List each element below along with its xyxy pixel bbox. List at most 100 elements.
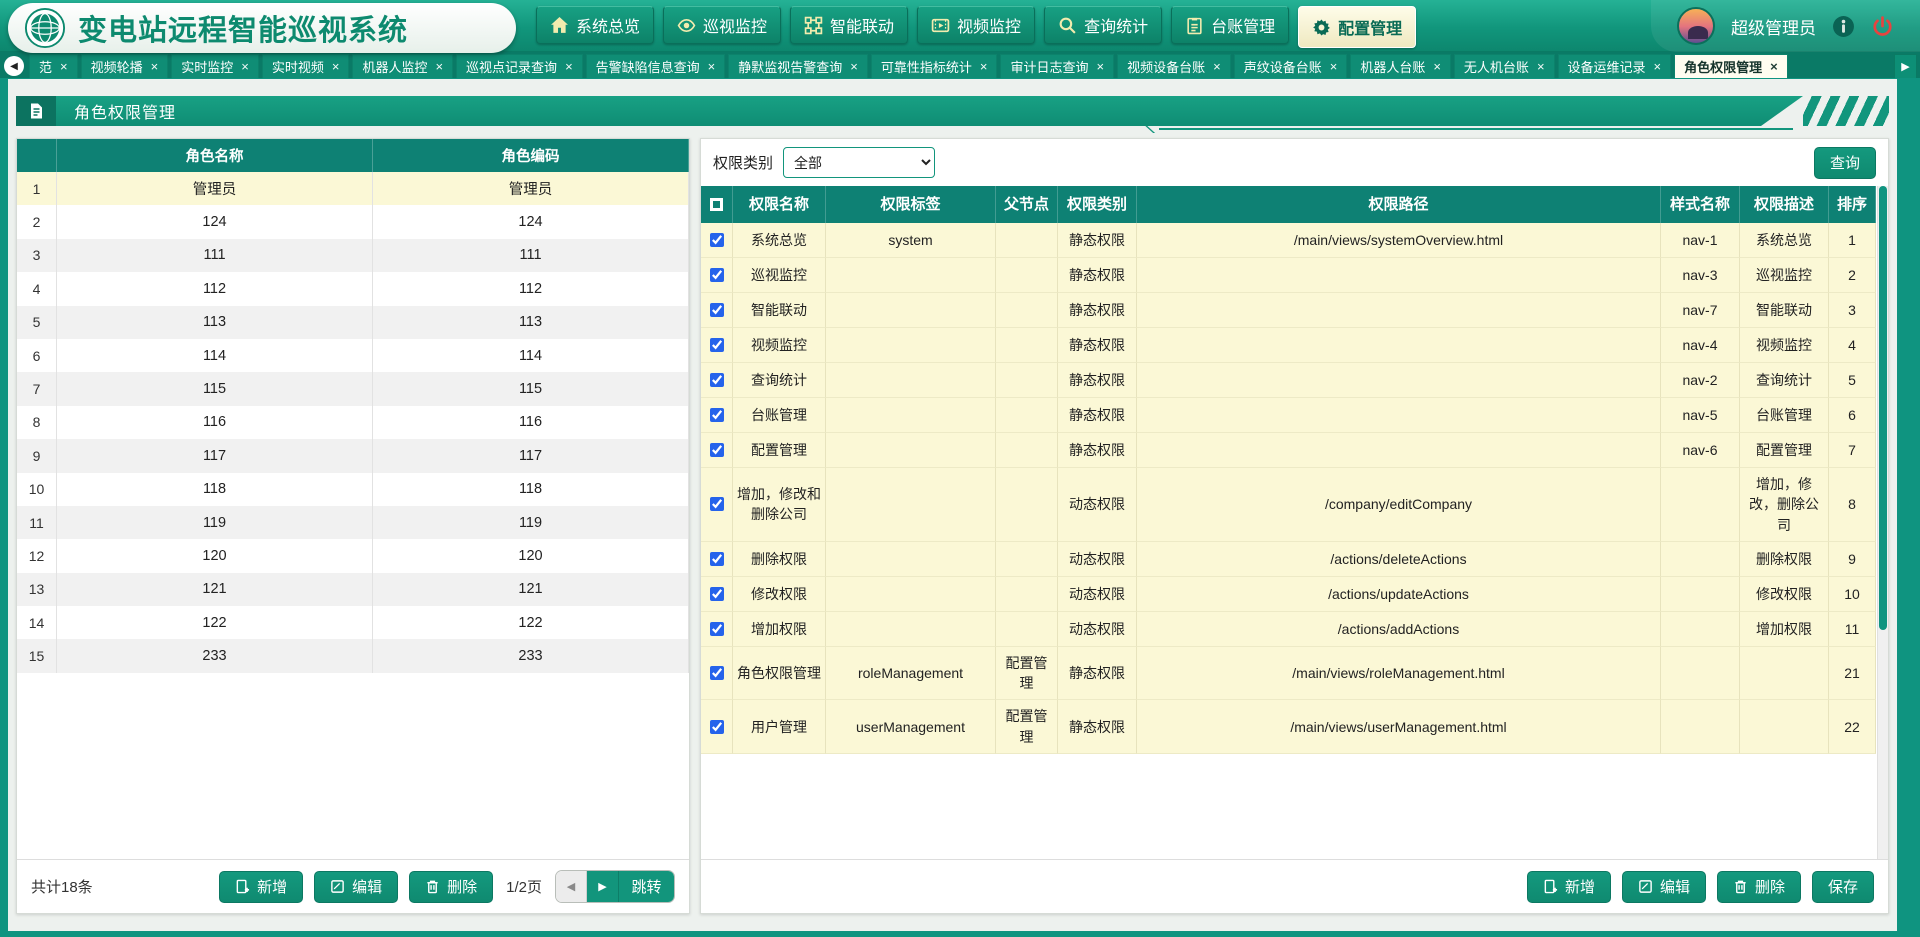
row-checkbox[interactable] bbox=[710, 443, 724, 457]
role-row-1[interactable]: 1管理员管理员 bbox=[17, 172, 689, 205]
permission-row-0[interactable]: 系统总览system静态权限/main/views/systemOverview… bbox=[701, 223, 1876, 258]
permission-type-select[interactable]: 全部 bbox=[783, 147, 935, 178]
role-row-7[interactable]: 7115115 bbox=[17, 372, 689, 405]
role-row-5[interactable]: 5113113 bbox=[17, 306, 689, 339]
tab-3[interactable]: 实时视频× bbox=[262, 54, 350, 78]
prev-page-button[interactable]: ◀ bbox=[556, 871, 587, 902]
select-all-checkbox-icon[interactable] bbox=[710, 198, 723, 211]
role-add-button[interactable]: 新增 bbox=[219, 871, 303, 903]
close-icon[interactable]: × bbox=[1213, 60, 1221, 73]
nav-item-eye[interactable]: 巡视监控 bbox=[663, 6, 781, 44]
permission-row-1[interactable]: 巡视监控静态权限nav-3巡视监控2 bbox=[701, 258, 1876, 293]
row-checkbox[interactable] bbox=[710, 622, 724, 636]
row-checkbox[interactable] bbox=[710, 497, 724, 511]
close-icon[interactable]: × bbox=[1097, 60, 1105, 73]
close-icon[interactable]: × bbox=[1537, 60, 1545, 73]
role-row-3[interactable]: 3111111 bbox=[17, 239, 689, 272]
nav-item-smart-link[interactable]: 智能联动 bbox=[790, 6, 908, 44]
permission-row-3[interactable]: 视频监控静态权限nav-4视频监控4 bbox=[701, 328, 1876, 363]
tab-13[interactable]: 无人机台账× bbox=[1454, 54, 1555, 78]
tab-9[interactable]: 审计日志查询× bbox=[1000, 54, 1114, 78]
permission-row-9[interactable]: 修改权限动态权限/actions/updateActions修改权限10 bbox=[701, 577, 1876, 612]
row-checkbox[interactable] bbox=[710, 338, 724, 352]
tab-14[interactable]: 设备运维记录× bbox=[1558, 54, 1672, 78]
row-checkbox[interactable] bbox=[710, 666, 724, 680]
tab-6[interactable]: 告警缺陷信息查询× bbox=[586, 54, 726, 78]
role-edit-button[interactable]: 编辑 bbox=[314, 871, 398, 903]
row-checkbox[interactable] bbox=[710, 268, 724, 282]
tab-12[interactable]: 机器人台账× bbox=[1350, 54, 1451, 78]
tab-1[interactable]: 视频轮播× bbox=[81, 54, 169, 78]
role-row-11[interactable]: 11119119 bbox=[17, 506, 689, 539]
jump-page-button[interactable]: 跳转 bbox=[618, 871, 674, 902]
close-icon[interactable]: × bbox=[435, 60, 443, 73]
row-checkbox[interactable] bbox=[710, 233, 724, 247]
close-icon[interactable]: × bbox=[1654, 60, 1662, 73]
info-button[interactable] bbox=[1832, 15, 1855, 38]
tab-5[interactable]: 巡视点记录查询× bbox=[456, 54, 583, 78]
permission-row-7[interactable]: 增加，修改和删除公司动态权限/company/editCompany增加，修改，… bbox=[701, 468, 1876, 542]
permission-row-5[interactable]: 台账管理静态权限nav-5台账管理6 bbox=[701, 398, 1876, 433]
row-checkbox[interactable] bbox=[710, 720, 724, 734]
role-row-2[interactable]: 2124124 bbox=[17, 205, 689, 238]
scrollbar-track[interactable] bbox=[1877, 186, 1888, 859]
permission-row-8[interactable]: 删除权限动态权限/actions/deleteActions删除权限9 bbox=[701, 542, 1876, 577]
permission-row-2[interactable]: 智能联动静态权限nav-7智能联动3 bbox=[701, 293, 1876, 328]
row-checkbox[interactable] bbox=[710, 552, 724, 566]
close-icon[interactable]: × bbox=[1770, 60, 1778, 73]
next-page-button[interactable]: ▶ bbox=[587, 871, 618, 902]
role-row-14[interactable]: 14122122 bbox=[17, 606, 689, 639]
nav-item-ledger[interactable]: 台账管理 bbox=[1171, 6, 1289, 44]
close-icon[interactable]: × bbox=[980, 60, 988, 73]
close-icon[interactable]: × bbox=[850, 60, 858, 73]
close-icon[interactable]: × bbox=[565, 60, 573, 73]
permission-row-6[interactable]: 配置管理静态权限nav-6配置管理7 bbox=[701, 433, 1876, 468]
close-icon[interactable]: × bbox=[241, 60, 249, 73]
permission-row-12[interactable]: 用户管理userManagement配置管理静态权限/main/views/us… bbox=[701, 700, 1876, 754]
tab-11[interactable]: 声纹设备台账× bbox=[1234, 54, 1348, 78]
close-icon[interactable]: × bbox=[1433, 60, 1441, 73]
scrollbar-thumb[interactable] bbox=[1879, 186, 1887, 630]
close-icon[interactable]: × bbox=[708, 60, 716, 73]
avatar[interactable] bbox=[1677, 7, 1715, 45]
nav-item-search[interactable]: 查询统计 bbox=[1044, 6, 1162, 44]
query-button[interactable]: 查询 bbox=[1814, 147, 1876, 179]
tab-2[interactable]: 实时监控× bbox=[171, 54, 259, 78]
tab-7[interactable]: 静默监视告警查询× bbox=[728, 54, 868, 78]
nav-item-home[interactable]: 系统总览 bbox=[536, 6, 654, 44]
perm-delete-button[interactable]: 删除 bbox=[1717, 871, 1801, 903]
select-all-cell[interactable] bbox=[701, 186, 733, 223]
row-checkbox[interactable] bbox=[710, 303, 724, 317]
close-icon[interactable]: × bbox=[151, 60, 159, 73]
tab-0[interactable]: 范× bbox=[29, 54, 78, 78]
tab-15[interactable]: 角色权限管理× bbox=[1674, 54, 1788, 78]
row-checkbox[interactable] bbox=[710, 408, 724, 422]
role-row-9[interactable]: 9117117 bbox=[17, 439, 689, 472]
tab-scroll-right-button[interactable]: ▶ bbox=[1894, 54, 1917, 78]
perm-add-button[interactable]: 新增 bbox=[1527, 871, 1611, 903]
perm-edit-button[interactable]: 编辑 bbox=[1622, 871, 1706, 903]
role-row-15[interactable]: 15233233 bbox=[17, 639, 689, 672]
tab-8[interactable]: 可靠性指标统计× bbox=[871, 54, 998, 78]
row-checkbox[interactable] bbox=[710, 587, 724, 601]
close-icon[interactable]: × bbox=[60, 60, 68, 73]
role-row-4[interactable]: 4112112 bbox=[17, 272, 689, 305]
logout-button[interactable] bbox=[1871, 15, 1894, 38]
close-icon[interactable]: × bbox=[332, 60, 340, 73]
nav-item-gear[interactable]: 配置管理 bbox=[1298, 6, 1416, 48]
close-icon[interactable]: × bbox=[1330, 60, 1338, 73]
role-row-10[interactable]: 10118118 bbox=[17, 473, 689, 506]
tab-10[interactable]: 视频设备台账× bbox=[1117, 54, 1231, 78]
permission-row-11[interactable]: 角色权限管理roleManagement配置管理静态权限/main/views/… bbox=[701, 647, 1876, 701]
permission-row-4[interactable]: 查询统计静态权限nav-2查询统计5 bbox=[701, 363, 1876, 398]
row-checkbox[interactable] bbox=[710, 373, 724, 387]
role-row-12[interactable]: 12120120 bbox=[17, 539, 689, 572]
tab-scroll-left-button[interactable]: ◀ bbox=[4, 56, 24, 76]
perm-save-button[interactable]: 保存 bbox=[1812, 871, 1874, 903]
tab-4[interactable]: 机器人监控× bbox=[352, 54, 453, 78]
role-delete-button[interactable]: 删除 bbox=[409, 871, 493, 903]
permission-row-10[interactable]: 增加权限动态权限/actions/addActions增加权限11 bbox=[701, 612, 1876, 647]
role-row-13[interactable]: 13121121 bbox=[17, 573, 689, 606]
role-row-8[interactable]: 8116116 bbox=[17, 406, 689, 439]
role-row-6[interactable]: 6114114 bbox=[17, 339, 689, 372]
